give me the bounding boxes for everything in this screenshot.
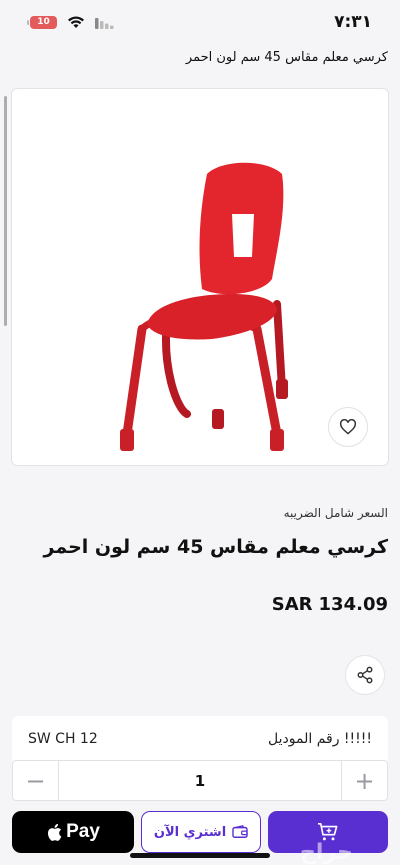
buy-now-button[interactable]: اشتري الآن <box>141 811 261 853</box>
share-button[interactable] <box>345 655 385 695</box>
scrollbar[interactable] <box>4 96 7 326</box>
product-price: SAR 134.09 <box>272 594 388 615</box>
cart-icon <box>318 823 338 841</box>
quantity-value[interactable]: 1 <box>59 761 341 800</box>
tax-note: السعر شامل الضريبه <box>283 506 388 520</box>
product-name: كرسي معلم مقاس 45 سم لون احمر <box>43 536 388 558</box>
share-icon <box>357 666 373 684</box>
home-indicator[interactable] <box>130 853 270 858</box>
apple-pay-label: Pay <box>66 821 100 842</box>
apple-pay-button[interactable]: Pay <box>12 811 134 853</box>
watermark-logo: حراج <box>300 840 353 865</box>
page-title: كرسي معلم مقاس 45 سم لون احمر <box>185 50 388 65</box>
model-number-label: !!!!! رقم الموديل <box>268 731 372 747</box>
price-currency: SAR <box>271 594 313 615</box>
wishlist-button[interactable] <box>328 407 368 447</box>
wallet-icon <box>232 825 248 838</box>
heart-icon <box>339 419 357 435</box>
product-image-card[interactable] <box>11 88 389 466</box>
model-number-value: SW CH 12 <box>28 731 98 747</box>
decrease-quantity-button[interactable]: − <box>13 761 59 800</box>
quantity-stepper: − 1 + <box>12 760 388 801</box>
price-value: 134.09 <box>318 594 388 615</box>
apple-icon <box>48 823 62 841</box>
battery-icon: 10 <box>27 15 57 29</box>
buy-now-label: اشتري الآن <box>153 824 227 840</box>
wifi-icon <box>67 15 85 29</box>
model-number-row: SW CH 12 !!!!! رقم الموديل <box>12 716 388 762</box>
status-time: ٧:٣١ <box>334 12 372 32</box>
status-bar: 10 ٧:٣١ <box>0 0 400 44</box>
product-image-chair <box>120 162 288 451</box>
status-icons: 10 <box>27 15 115 29</box>
signal-icon <box>95 16 115 29</box>
increase-quantity-button[interactable]: + <box>341 761 387 800</box>
battery-level: 10 <box>37 17 50 27</box>
